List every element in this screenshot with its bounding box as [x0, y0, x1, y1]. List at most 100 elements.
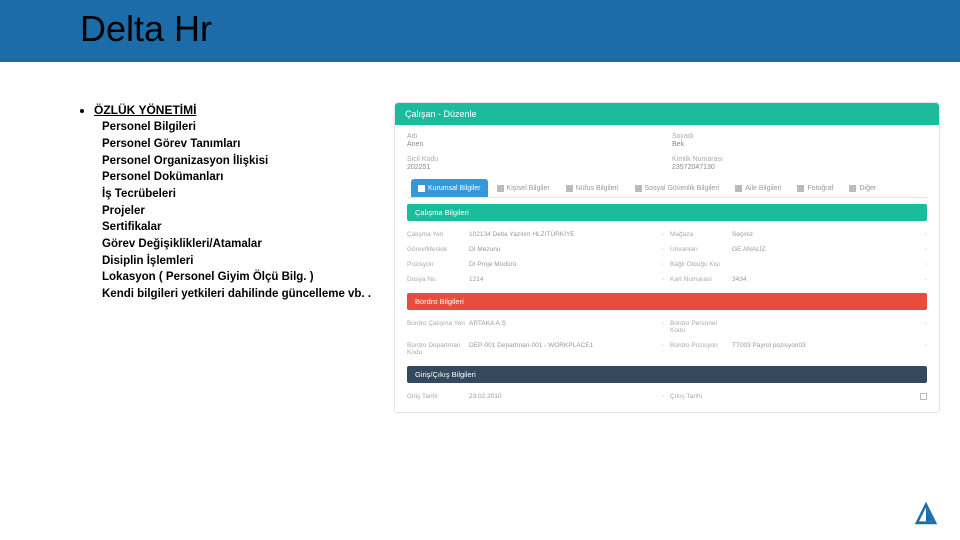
outline-item: Görev Değişiklikleri/Atamalar [102, 236, 380, 253]
outline-items: Personel BilgileriPersonel Görev Tanımla… [94, 119, 380, 302]
form-row: Dosya No1214 · Kart Numarası3434 · [407, 272, 927, 287]
outline-section: ÖZLÜK YÖNETİMİ Personel BilgileriPersone… [94, 102, 380, 303]
tab-5[interactable]: Fotoğraf [790, 179, 840, 197]
field-value[interactable]: DI Proje Müdürü [469, 261, 636, 268]
soyad-value[interactable]: Bek [672, 141, 684, 148]
row-action[interactable]: · [905, 246, 927, 253]
field-label: Giriş Tarihi [407, 393, 469, 400]
tab-label: Aile Bilgileri [745, 185, 781, 192]
field-value[interactable]: DEP-001 Departman-001 - WORKPLACE1 [469, 342, 636, 356]
form-row: Giriş Tarihi23.02.2010 · Çıkış Tarihi [407, 389, 927, 404]
left-outline: ÖZLÜK YÖNETİMİ Personel BilgileriPersone… [80, 102, 380, 419]
field-label: Dosya No [407, 276, 469, 283]
field-value[interactable]: Seçiniz [732, 231, 899, 238]
footer-logo [912, 499, 940, 532]
field-label: Çalışma Yeri [407, 231, 469, 238]
row-action[interactable]: · [905, 342, 927, 356]
kimlik-value[interactable]: 23572047130 [672, 164, 715, 171]
triangle-logo-icon [912, 499, 940, 527]
tab-bar: Kurumsal Bilgiler Kişisel Bilgiler Nüfus B… [407, 179, 927, 198]
field-label: Kart Numarası [670, 276, 732, 283]
section-bordro-title: Bordro Bilgileri [407, 293, 927, 310]
field-label: Bağlı Olduğu Kişi [670, 261, 732, 268]
row-action[interactable] [905, 393, 927, 400]
field-label: Bordro Çalışma Yeri [407, 320, 469, 334]
field-label: Bordro Pozisyon [670, 342, 732, 356]
field-value[interactable]: 3434 [732, 276, 899, 283]
outline-item: Sertifikalar [102, 219, 380, 236]
form-row: Çalışma Yeri102134 Delta Yazılım HLZ/TÜR… [407, 227, 927, 242]
tab-icon [497, 185, 504, 192]
tab-icon [797, 185, 804, 192]
ad-label: Adı [407, 133, 662, 140]
tab-label: Diğer [859, 185, 876, 192]
row-action[interactable]: · [905, 320, 927, 334]
tab-2[interactable]: Nüfus Bilgileri [559, 179, 626, 197]
tab-label: Sosyal Güvenlik Bilgileri [645, 185, 720, 192]
tab-3[interactable]: Sosyal Güvenlik Bilgileri [628, 179, 727, 197]
tab-1[interactable]: Kişisel Bilgiler [490, 179, 557, 197]
row-action[interactable]: · [905, 261, 927, 268]
outline-item: Personel Bilgileri [102, 119, 380, 136]
panel-body: Adı Anen Soyadı Bek Sicil Kodu 202251 Ki… [395, 125, 939, 412]
dropdown-icon[interactable]: · [642, 320, 664, 334]
tab-label: Fotoğraf [807, 185, 833, 192]
dropdown-icon[interactable]: · [642, 231, 664, 238]
main-content: ÖZLÜK YÖNETİMİ Personel BilgileriPersone… [0, 62, 960, 429]
soyad-label: Soyadı [672, 133, 927, 140]
field-label: Pozisyon [407, 261, 469, 268]
form-row: PozisyonDI Proje Müdürü · Bağlı Olduğu Kiş… [407, 257, 927, 272]
field-value[interactable]: GE ANALİZ [732, 246, 899, 253]
tab-icon [735, 185, 742, 192]
tab-4[interactable]: Aile Bilgileri [728, 179, 788, 197]
panel-title: Çalışan - Düzenle [395, 103, 939, 125]
app-title: Delta Hr [80, 8, 960, 50]
outline-item: İş Tecrübeleri [102, 186, 380, 203]
field-value[interactable]: 1214 [469, 276, 636, 283]
tab-icon [635, 185, 642, 192]
field-value[interactable] [732, 393, 899, 400]
field-value[interactable] [732, 320, 899, 334]
header-bar: Delta Hr [0, 0, 960, 62]
outline-item: Kendi bilgileri yetkileri dahilinde günc… [102, 286, 380, 303]
row-action[interactable]: · [905, 276, 927, 283]
field-label: Mağaza [670, 231, 732, 238]
field-value[interactable]: 23.02.2010 [469, 393, 636, 400]
form-row: Bordro Çalışma YeriARTAKA A.Ş · Bordro Per… [407, 316, 927, 338]
field-value[interactable] [732, 261, 899, 268]
field-value[interactable]: TT003 Payrol pozisyon03 [732, 342, 899, 356]
tab-icon [849, 185, 856, 192]
section-giris-title: Giriş/Çıkış Bilgileri [407, 366, 927, 383]
outline-item: Disiplin İşlemleri [102, 253, 380, 270]
dropdown-icon[interactable]: · [642, 261, 664, 268]
ad-value[interactable]: Anen [407, 141, 423, 148]
dropdown-icon[interactable]: · [642, 276, 664, 283]
field-label: Unvanları [670, 246, 732, 253]
tab-label: Kişisel Bilgiler [507, 185, 550, 192]
section-calisma-title: Çalışma Bilgileri [407, 204, 927, 221]
field-value[interactable]: ARTAKA A.Ş [469, 320, 636, 334]
outline-item: Personel Görev Tanımları [102, 136, 380, 153]
dropdown-icon[interactable]: · [642, 342, 664, 356]
dropdown-icon[interactable]: · [642, 393, 664, 400]
sicil-value[interactable]: 202251 [407, 164, 430, 171]
dropdown-icon[interactable]: · [642, 246, 664, 253]
field-label: Çıkış Tarihi [670, 393, 732, 400]
field-label: Görev/Meslek [407, 246, 469, 253]
field-label: Bordro Departman Kodu [407, 342, 469, 356]
field-value[interactable]: 102134 Delta Yazılım HLZ/TÜRKİYE [469, 231, 636, 238]
tab-icon [566, 185, 573, 192]
outline-item: Personel Dokümanları [102, 169, 380, 186]
field-value[interactable]: DI Mezunu [469, 246, 636, 253]
outline-item: Projeler [102, 203, 380, 220]
calendar-icon[interactable] [920, 393, 927, 400]
sicil-label: Sicil Kodu [407, 156, 662, 163]
outline-section-title: ÖZLÜK YÖNETİMİ [94, 103, 196, 117]
outline-item: Personel Organizasyon İlişkisi [102, 153, 380, 170]
tab-6[interactable]: Diğer [842, 179, 883, 197]
kimlik-label: Kimlik Numarası [672, 156, 927, 163]
tab-0[interactable]: Kurumsal Bilgiler [411, 179, 488, 197]
employee-edit-panel: Çalışan - Düzenle Adı Anen Soyadı Bek Si… [394, 102, 940, 413]
field-label: Bordro Personel Kodu [670, 320, 732, 334]
row-action[interactable]: · [905, 231, 927, 238]
